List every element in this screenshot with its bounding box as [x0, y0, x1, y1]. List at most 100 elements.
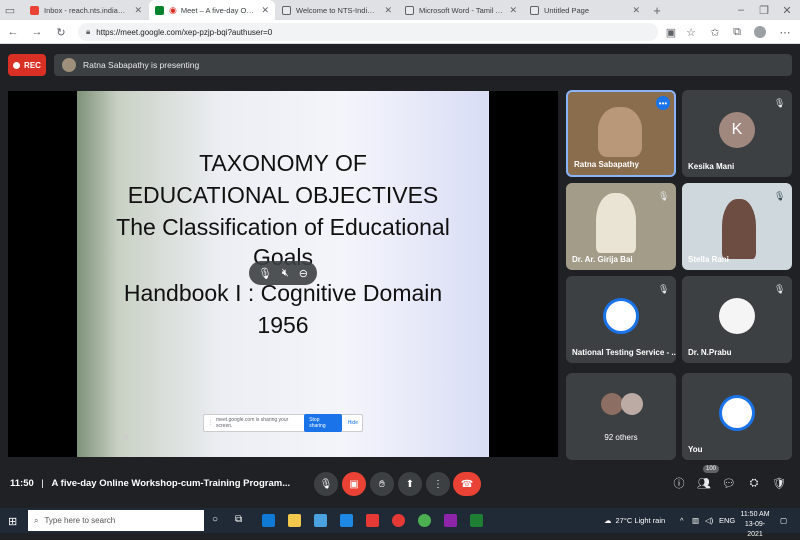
screen-share-bar: ⋮ meet.google.com is sharing your screen… — [203, 414, 363, 432]
back-icon[interactable]: ← — [6, 25, 20, 39]
mic-off-icon[interactable]: 🎙︎ — [258, 267, 272, 280]
close-icon[interactable]: ✕ — [632, 5, 640, 16]
avatar — [621, 393, 643, 415]
nts-logo — [719, 395, 755, 431]
camera-button[interactable]: ▣ — [342, 472, 366, 496]
nts-logo — [603, 298, 639, 334]
tab-nts-india[interactable]: Welcome to NTS-India Website ✕ — [276, 0, 398, 20]
meet-area: REC Ratna Sabapathy is presenting TAXONO… — [0, 44, 800, 508]
close-icon[interactable]: ✕ — [384, 5, 392, 16]
more-options-button[interactable]: ⋮ — [426, 472, 450, 496]
bookmark-icon[interactable]: ☆ — [684, 25, 698, 39]
store-icon[interactable] — [314, 514, 327, 527]
gmail-icon — [30, 5, 39, 15]
tab-untitled[interactable]: Untitled Page ✕ — [524, 0, 646, 20]
menu-icon[interactable]: ⋯ — [778, 25, 792, 39]
chat-icon[interactable]: 💬︎ — [722, 476, 736, 490]
participant-tile[interactable]: 🎙︎ Dr. N.Prabu — [682, 276, 792, 363]
file-explorer-icon[interactable] — [288, 514, 301, 527]
close-icon[interactable]: ✕ — [509, 5, 517, 16]
notifications-icon[interactable]: ▢ — [780, 508, 787, 533]
clock-date: 13-09-2021 — [744, 521, 766, 538]
participant-name: Ratna Sabapathy — [574, 160, 639, 169]
raise-hand-button[interactable]: ✋︎ — [370, 472, 394, 496]
forward-icon[interactable]: → — [30, 25, 44, 39]
mic-muted-icon: 🎙︎ — [774, 191, 786, 201]
remove-icon[interactable]: ⊖ — [299, 267, 308, 280]
address-bar[interactable]: 🔒︎ https://meet.google.com/xep-pzjp-bqi?… — [78, 23, 658, 41]
page-icon — [282, 5, 291, 15]
network-icon[interactable]: ▥ — [692, 508, 699, 533]
participant-name: National Testing Service - ... — [572, 348, 676, 357]
participant-tile[interactable]: 🎙︎ National Testing Service - ... — [566, 276, 676, 363]
app-icon[interactable] — [444, 514, 457, 527]
leave-call-button[interactable]: ☎︎ — [453, 472, 481, 496]
tray-chevron-icon[interactable]: ^ — [680, 508, 684, 533]
windows-start-icon[interactable]: ⊞ — [8, 515, 17, 528]
info-icon[interactable]: ⓘ — [672, 476, 686, 490]
search-icon: ⌕ — [34, 515, 39, 525]
excel-icon[interactable] — [470, 514, 483, 527]
mail-icon[interactable] — [340, 514, 353, 527]
restore-icon[interactable]: ❐ — [757, 3, 771, 17]
hide-button[interactable]: Hide — [348, 420, 358, 426]
mic-muted-icon: 🎙︎ — [658, 191, 670, 201]
participant-tile[interactable]: 🎙︎ Dr. Ar. Girija Bai — [566, 183, 676, 270]
people-icon[interactable]: 👥︎ — [697, 476, 711, 490]
profile-avatar[interactable] — [754, 26, 766, 38]
tab-meet[interactable]: ◉ Meet – A five-day Online W... ✕ — [149, 0, 275, 20]
tab-inbox[interactable]: Inbox - reach.nts.india@ciil-ntsi... ✕ — [24, 0, 148, 20]
favorites-icon[interactable]: ✩ — [708, 25, 722, 39]
tab-word-doc[interactable]: Microsoft Word - Tamil Time Tab... ✕ — [399, 0, 523, 20]
close-icon[interactable]: ✕ — [261, 5, 269, 16]
window-close-icon[interactable]: ✕ — [780, 3, 794, 17]
slide-line: The Classification of Educational — [116, 214, 450, 240]
page-icon — [405, 5, 414, 15]
mic-muted-icon: 🎙︎ — [774, 284, 786, 294]
participant-name: You — [688, 445, 703, 454]
avatar — [719, 298, 755, 334]
activities-icon[interactable]: ⛭ — [747, 476, 761, 490]
slide-line: EDUCATIONAL OBJECTIVES — [127, 182, 439, 208]
host-controls-icon[interactable]: 🛡︎ — [772, 476, 786, 490]
opera-icon[interactable] — [392, 514, 405, 527]
camera-icon[interactable]: ▣ — [664, 25, 678, 39]
tab-strip: ▭ Inbox - reach.nts.india@ciil-ntsi... ✕… — [0, 0, 800, 20]
self-tile[interactable]: You — [682, 373, 792, 460]
meet-icon — [155, 5, 164, 15]
others-tile[interactable]: 92 others — [566, 373, 676, 460]
tab-title: Inbox - reach.nts.india@ciil-ntsi... — [44, 5, 129, 15]
camera-off-icon: ▣ — [349, 478, 359, 490]
speaker-off-icon[interactable]: 🔇︎ — [282, 267, 289, 280]
tab-title: Microsoft Word - Tamil Time Tab... — [419, 5, 503, 15]
edge-icon[interactable] — [262, 514, 275, 527]
slide-line: 1956 — [257, 312, 309, 338]
participant-tile[interactable]: K 🎙︎ Kesika Mani — [682, 90, 792, 177]
volume-icon[interactable]: ◁) — [705, 508, 713, 533]
taskbar-search[interactable]: ⌕ Type here to search — [28, 510, 204, 531]
minimize-icon[interactable]: – — [734, 3, 748, 17]
participant-name: Dr. N.Prabu — [688, 348, 732, 357]
tab-title: Meet – A five-day Online W... — [180, 5, 256, 15]
task-view-icon[interactable]: ⧉ — [235, 514, 242, 525]
participant-tile[interactable]: 🎙︎ Stella Rani — [682, 183, 792, 270]
cloud-icon: ☁︎ — [604, 516, 612, 525]
reload-icon[interactable]: ↻ — [54, 25, 68, 39]
more-options-icon[interactable]: ••• — [656, 96, 670, 110]
mic-button[interactable]: 🎙︎ — [314, 472, 338, 496]
tab-actions-icon[interactable]: ▭ — [3, 3, 17, 17]
weather-widget[interactable]: ☁︎ 27°C Light rain — [604, 508, 665, 533]
participant-tile[interactable]: ••• Ratna Sabapathy — [566, 90, 676, 177]
stop-sharing-button[interactable]: Stop sharing — [304, 414, 342, 432]
drag-handle-icon[interactable]: ⋮ — [208, 420, 213, 426]
cortana-icon[interactable]: ○ — [212, 514, 218, 525]
clock[interactable]: 11:50 AM 13-09-2021 — [738, 510, 772, 540]
app-icon[interactable] — [366, 514, 379, 527]
slide-line: TAXONOMY OF — [199, 150, 367, 176]
collections-icon[interactable]: ⧉ — [730, 25, 744, 39]
new-tab-icon[interactable]: + — [650, 3, 664, 18]
chrome-icon[interactable] — [418, 514, 431, 527]
present-button[interactable]: ⬆︎ — [398, 472, 422, 496]
language-indicator[interactable]: ENG — [719, 508, 735, 533]
close-icon[interactable]: ✕ — [134, 5, 142, 16]
